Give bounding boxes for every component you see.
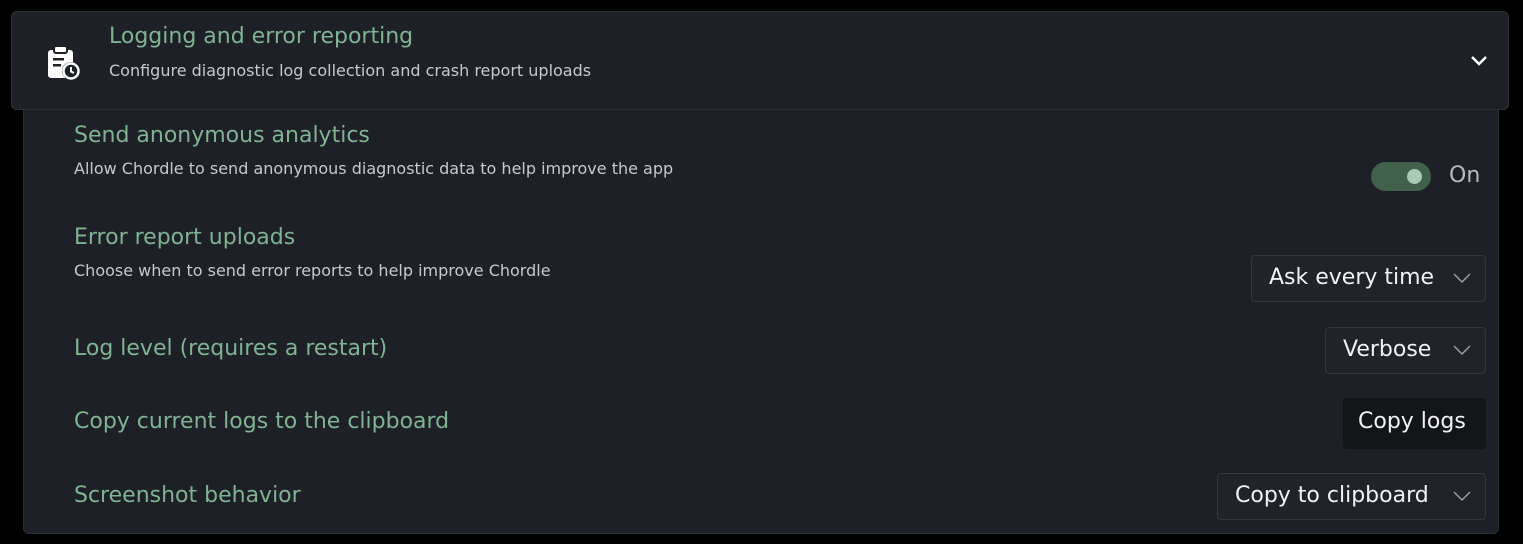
error-reports-value: Ask every time xyxy=(1269,265,1435,290)
copy-logs-button-label: Copy logs xyxy=(1358,409,1466,434)
clipboard-clock-icon xyxy=(48,45,80,80)
settings-panel: Send anonymous analytics Allow Chordle t… xyxy=(23,110,1499,534)
copy-logs-button[interactable]: Copy logs xyxy=(1343,398,1486,449)
chevron-down-icon xyxy=(1453,273,1471,284)
analytics-toggle-state: On xyxy=(1449,163,1481,188)
analytics-title: Send anonymous analytics xyxy=(74,123,370,148)
screenshot-title: Screenshot behavior xyxy=(74,483,301,508)
analytics-description: Allow Chordle to send anonymous diagnost… xyxy=(74,159,674,178)
log-level-title: Log level (requires a restart) xyxy=(74,336,388,361)
section-header[interactable]: Logging and error reporting Configure di… xyxy=(11,11,1509,110)
error-reports-title: Error report uploads xyxy=(74,225,296,250)
chevron-down-icon[interactable] xyxy=(1468,50,1490,72)
section-title: Logging and error reporting xyxy=(109,24,414,49)
screenshot-value: Copy to clipboard xyxy=(1235,483,1429,508)
log-level-dropdown[interactable]: Verbose xyxy=(1325,327,1486,374)
chevron-down-icon xyxy=(1453,491,1471,502)
log-level-value: Verbose xyxy=(1343,337,1432,362)
toggle-knob xyxy=(1407,169,1422,184)
section-subtitle: Configure diagnostic log collection and … xyxy=(109,61,592,80)
chevron-down-icon xyxy=(1453,345,1471,356)
error-reports-dropdown[interactable]: Ask every time xyxy=(1251,255,1486,302)
analytics-toggle[interactable] xyxy=(1371,162,1431,191)
screenshot-dropdown[interactable]: Copy to clipboard xyxy=(1217,473,1486,520)
copy-logs-title: Copy current logs to the clipboard xyxy=(74,409,450,434)
error-reports-description: Choose when to send error reports to hel… xyxy=(74,261,551,280)
